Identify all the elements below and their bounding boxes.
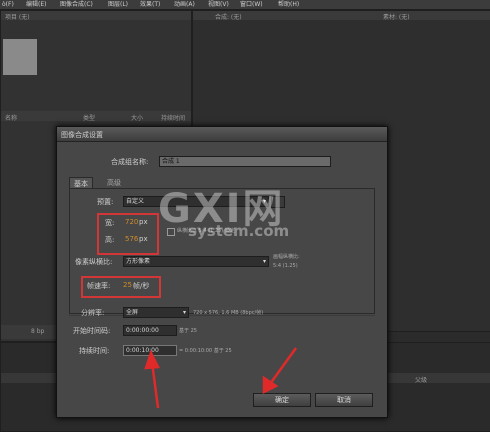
arrow-to-ok-icon [262,347,298,395]
arrow-to-duration-icon [144,349,160,409]
watermark-domain: system.com [188,222,290,240]
